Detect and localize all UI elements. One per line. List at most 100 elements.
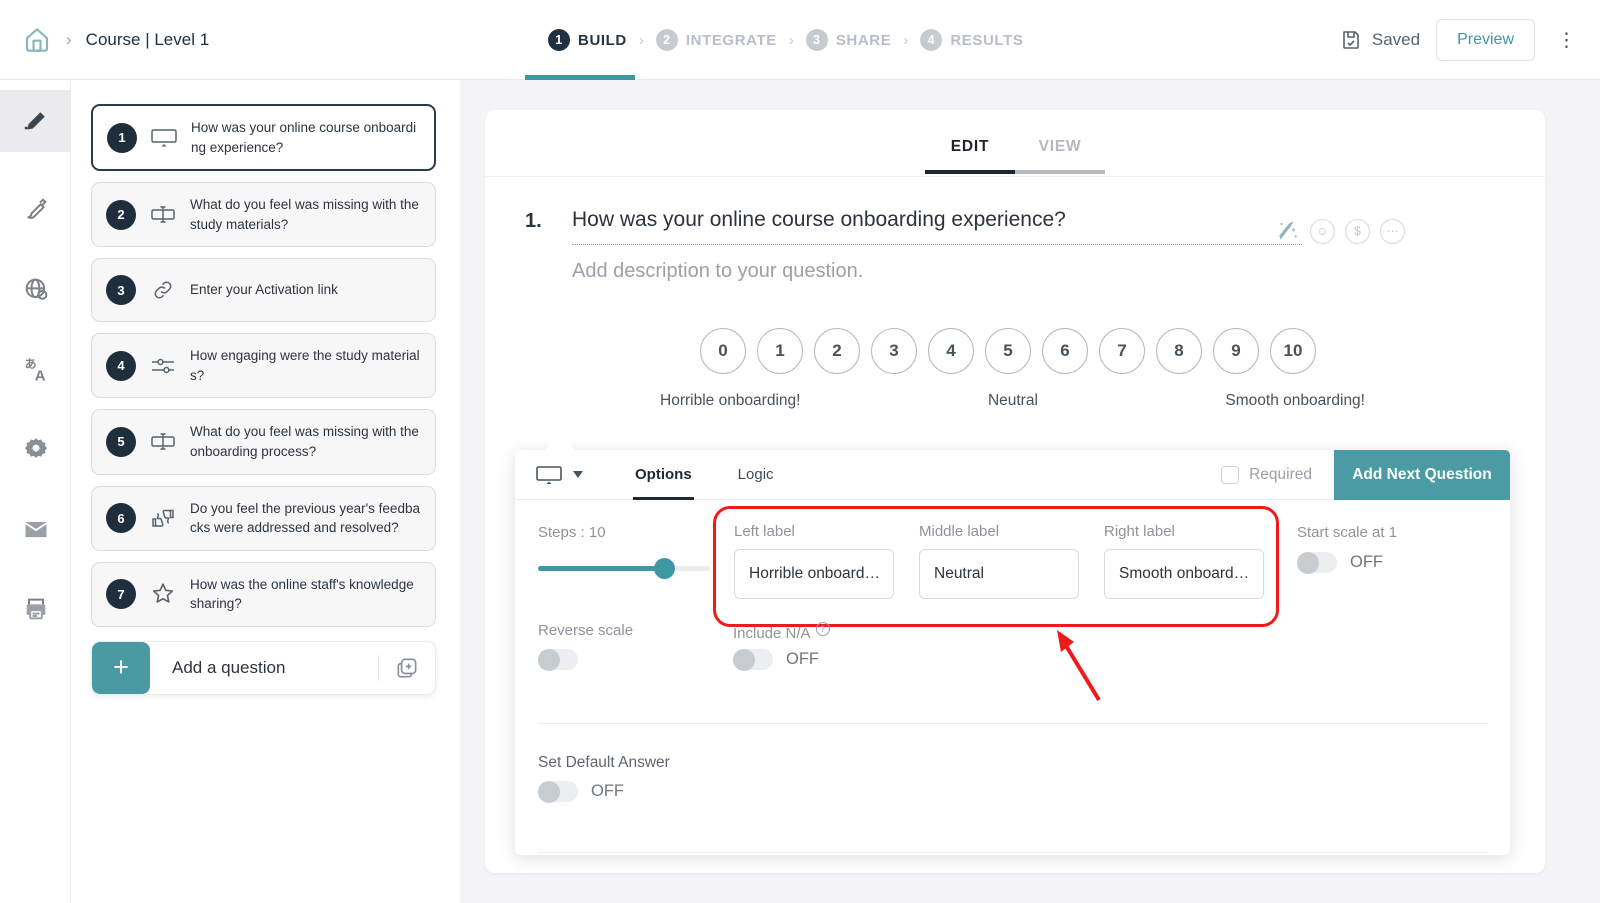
start-scale-toggle[interactable] — [1297, 552, 1337, 573]
sidebar-item-translate-icon[interactable]: あA — [0, 338, 71, 400]
steps-slider-handle[interactable] — [654, 558, 675, 579]
question-item-1[interactable]: 1How was your online course onboarding e… — [91, 104, 436, 171]
scale-right-label: Smooth onboarding! — [1225, 392, 1365, 410]
add-question-button[interactable]: +Add a question — [91, 641, 436, 695]
question-title-input[interactable]: How was your online course onboarding ex… — [572, 208, 1302, 245]
scale-value-7[interactable]: 7 — [1099, 328, 1145, 374]
reverse-scale-label: Reverse scale — [538, 622, 633, 639]
edit-pencil-icon — [21, 106, 51, 136]
step-number: 3 — [806, 29, 828, 51]
add-next-question-button[interactable]: Add Next Question — [1334, 450, 1510, 500]
step-separator: › — [903, 32, 908, 49]
required-control: Required — [1221, 466, 1312, 484]
sidebar-item-globe-icon[interactable] — [0, 258, 71, 320]
star-icon — [148, 581, 178, 607]
question-item-7[interactable]: 7How was the online staff's knowledge sh… — [91, 562, 436, 627]
steps-slider[interactable] — [538, 566, 710, 571]
scale-value-6[interactable]: 6 — [1042, 328, 1088, 374]
divider — [538, 723, 1488, 724]
sidebar-item-mail-icon[interactable] — [0, 498, 71, 560]
scale-value-10[interactable]: 10 — [1270, 328, 1316, 374]
step-number: 2 — [656, 29, 678, 51]
preview-button[interactable]: Preview — [1436, 19, 1535, 61]
smiley-icon[interactable]: ☺ — [1310, 219, 1335, 244]
svg-text:A: A — [34, 367, 45, 384]
options-panel: Options Logic Required Add Next Question… — [515, 450, 1510, 855]
scale-value-2[interactable]: 2 — [814, 328, 860, 374]
scale-value-5[interactable]: 5 — [985, 328, 1031, 374]
scale-value-1[interactable]: 1 — [757, 328, 803, 374]
scale-value-9[interactable]: 9 — [1213, 328, 1259, 374]
field-input-middle-label[interactable]: Neutral — [919, 549, 1079, 599]
edit-view-tabs: EDIT VIEW — [485, 138, 1545, 174]
reverse-scale-control — [538, 649, 578, 670]
set-default-label: Set Default Answer — [538, 754, 670, 772]
chevron-right-icon: › — [66, 30, 72, 50]
more-icon[interactable]: ⋯ — [1380, 219, 1405, 244]
home-icon[interactable] — [22, 25, 52, 55]
printer-icon — [22, 595, 50, 623]
question-item-text: How was your online course onboarding ex… — [191, 118, 422, 157]
sidebar-item-printer-icon[interactable] — [0, 578, 71, 640]
question-item-5[interactable]: 5What do you feel was missing with the o… — [91, 409, 436, 474]
sidebar-item-paint-brush-icon[interactable] — [0, 178, 71, 240]
include-na-label: Include N/A? — [733, 622, 830, 642]
tab-options[interactable]: Options — [633, 450, 694, 500]
step-integrate[interactable]: 2INTEGRATE — [656, 29, 777, 51]
question-item-4[interactable]: 4 How engaging were the study materials? — [91, 333, 436, 398]
field-input-left-label[interactable]: Horrible onboard… — [734, 549, 894, 599]
build-tab-underline — [525, 75, 635, 80]
scale-middle-label: Neutral — [988, 392, 1038, 410]
question-item-6[interactable]: 6Do you feel the previous year's feedbac… — [91, 486, 436, 551]
field-label: Right label — [1104, 523, 1264, 540]
sidebar-item-gear-icon[interactable] — [0, 418, 71, 480]
ai-wand-icon[interactable] — [1274, 218, 1300, 244]
survey-title[interactable]: Course | Level 1 — [86, 30, 209, 50]
currency-icon[interactable]: $ — [1345, 219, 1370, 244]
panel-pointer — [545, 430, 575, 451]
top-bar: › Course | Level 1 1BUILD›2INTEGRATE›3SH… — [0, 0, 1600, 80]
save-icon — [1339, 28, 1363, 52]
question-list-panel: 1How was your online course onboarding e… — [71, 80, 460, 903]
start-scale-label: Start scale at 1 — [1297, 524, 1397, 541]
survey-builder-app: › Course | Level 1 1BUILD›2INTEGRATE›3SH… — [0, 0, 1600, 903]
field-left-label: Left labelHorrible onboard… — [734, 523, 894, 624]
step-share[interactable]: 3SHARE — [806, 29, 892, 51]
include-na-toggle[interactable] — [733, 649, 773, 670]
required-checkbox[interactable] — [1221, 466, 1239, 484]
question-item-3[interactable]: 3Enter your Activation link — [91, 258, 436, 322]
help-icon[interactable]: ? — [816, 622, 830, 636]
sidebar-item-edit-pencil-icon[interactable] — [0, 90, 71, 152]
step-label: BUILD — [578, 32, 627, 49]
tab-view[interactable]: VIEW — [1015, 138, 1105, 174]
kebab-menu-icon[interactable]: ⋮ — [1551, 29, 1582, 52]
scale-value-4[interactable]: 4 — [928, 328, 974, 374]
question-number-badge: 4 — [106, 351, 136, 381]
annotation-red-arrow — [1035, 622, 1115, 707]
options-panel-header: Options Logic Required Add Next Question — [515, 450, 1510, 500]
question-number-badge: 5 — [106, 427, 136, 457]
set-default-toggle[interactable] — [538, 781, 578, 802]
question-item-text: Enter your Activation link — [190, 280, 338, 300]
copy-plus-icon[interactable] — [379, 642, 435, 694]
question-type-dropdown[interactable] — [515, 463, 603, 487]
question-item-text: How engaging were the study materials? — [190, 346, 423, 385]
step-build[interactable]: 1 BUILD — [548, 29, 627, 51]
field-input-right-label[interactable]: Smooth onboard… — [1104, 549, 1264, 599]
scale-value-3[interactable]: 3 — [871, 328, 917, 374]
add-question-label: Add a question — [150, 642, 378, 694]
step-results[interactable]: 4RESULTS — [920, 29, 1023, 51]
reverse-scale-toggle[interactable] — [538, 649, 578, 670]
scale-value-8[interactable]: 8 — [1156, 328, 1202, 374]
required-label: Required — [1249, 466, 1312, 484]
annotation-red-rectangle: Left labelHorrible onboard…Middle labelN… — [713, 506, 1279, 627]
step-number: 1 — [548, 29, 570, 51]
tab-logic[interactable]: Logic — [736, 450, 776, 500]
steps-slider-fill — [538, 566, 664, 571]
question-description-placeholder[interactable]: Add description to your question. — [572, 260, 863, 283]
opinion-scale-row: 012345678910 — [700, 328, 1325, 374]
tab-edit[interactable]: EDIT — [925, 138, 1015, 174]
scale-value-0[interactable]: 0 — [700, 328, 746, 374]
question-item-2[interactable]: 2What do you feel was missing with the s… — [91, 182, 436, 247]
start-scale-off-label: OFF — [1350, 553, 1383, 572]
